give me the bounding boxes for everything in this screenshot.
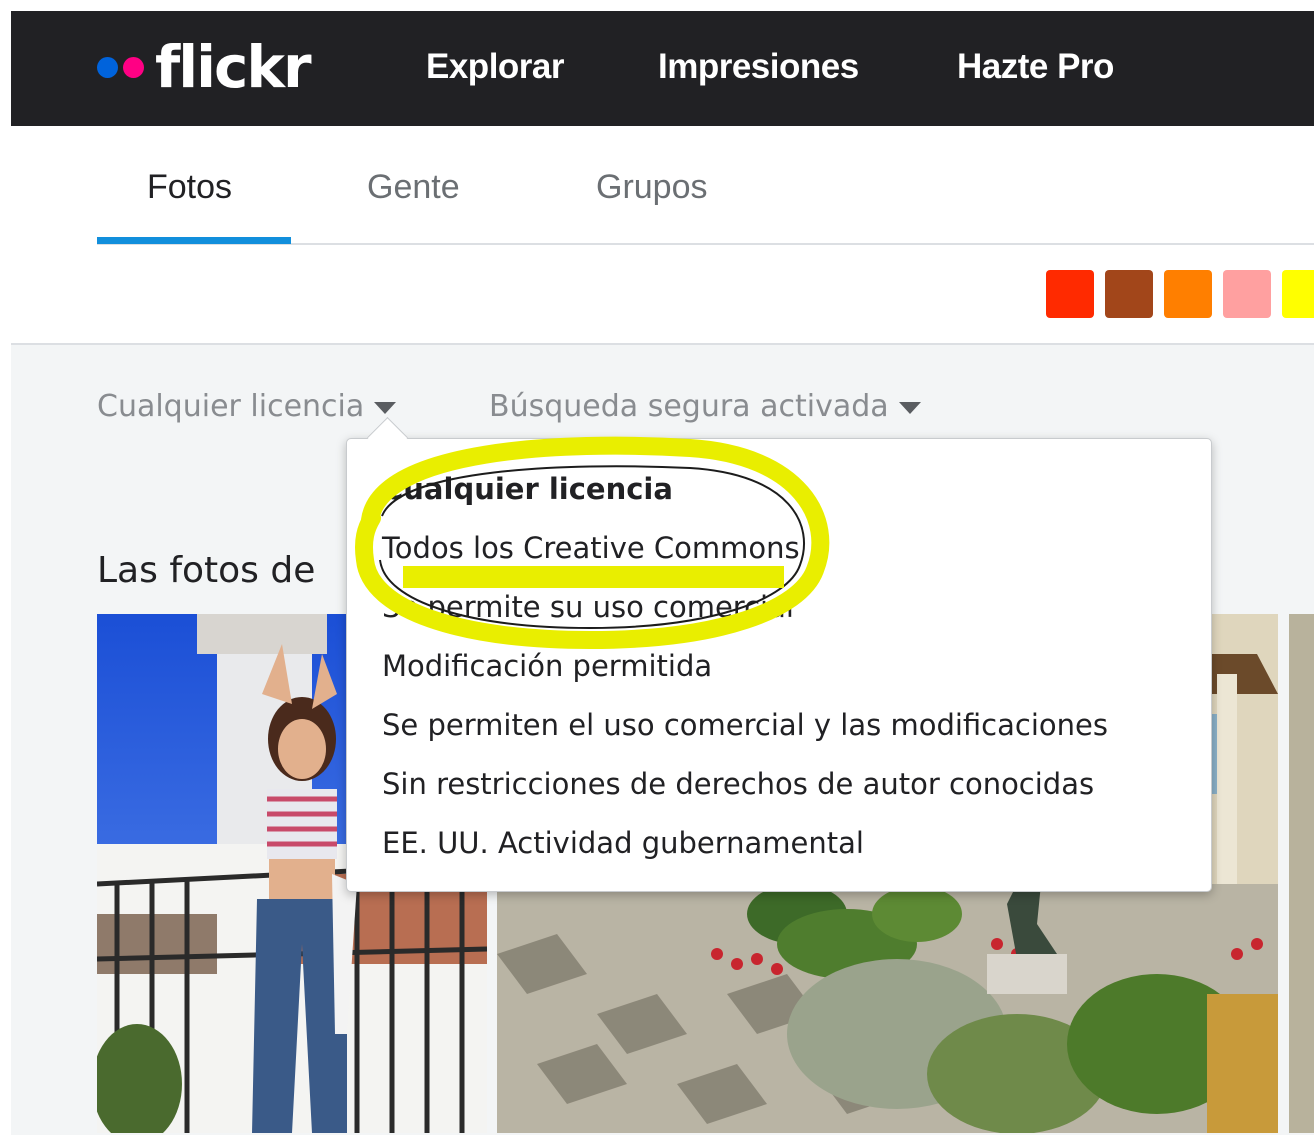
search-tabs: Fotos Gente Grupos [97,125,1314,245]
top-navbar: flickr Explorar Impresiones Hazte Pro [11,11,1314,126]
color-swatch-red[interactable] [1046,270,1094,318]
license-option-us-government[interactable]: EE. UU. Actividad gubernamental [382,826,864,860]
caret-down-icon [374,401,397,414]
active-tab-indicator [97,237,291,244]
license-option-no-known-copyright[interactable]: Sin restricciones de derechos de autor c… [382,767,1094,801]
license-option-modification[interactable]: Modificación permitida [382,649,712,683]
logo-pink-dot [123,56,144,78]
photo-thumbnail-3[interactable] [1289,614,1314,1133]
tab-grupos[interactable]: Grupos [596,168,708,207]
color-swatch-yellow[interactable] [1282,270,1314,318]
logo-wordmark: flickr [155,33,312,101]
license-option-any[interactable]: Cualquier licencia [382,472,673,506]
tab-gente[interactable]: Gente [367,168,460,207]
license-option-commercial-and-mods[interactable]: Se permiten el uso comercial y las modif… [382,708,1108,742]
nav-hazte-pro[interactable]: Hazte Pro [957,47,1114,87]
license-filter-label: Cualquier licencia [97,389,365,424]
section-title: Las fotos de [97,550,316,591]
nav-explorar[interactable]: Explorar [426,47,565,87]
safesearch-filter-label: Búsqueda segura activada [489,389,889,424]
safesearch-filter[interactable]: Búsqueda segura activada [489,389,921,424]
logo-blue-dot [97,56,118,78]
nav-impresiones[interactable]: Impresiones [658,47,859,87]
license-filter[interactable]: Cualquier licencia [97,389,397,424]
color-swatch-pink[interactable] [1223,270,1271,318]
license-option-all-cc[interactable]: Todos los Creative Commons [382,531,800,565]
color-swatch-brown[interactable] [1105,270,1153,318]
caret-down-icon [898,401,921,414]
license-option-commercial[interactable]: Se permite su uso comercial [382,590,794,624]
color-swatch-orange[interactable] [1164,270,1212,318]
flickr-logo[interactable]: flickr [97,33,312,101]
tab-fotos[interactable]: Fotos [147,168,232,207]
